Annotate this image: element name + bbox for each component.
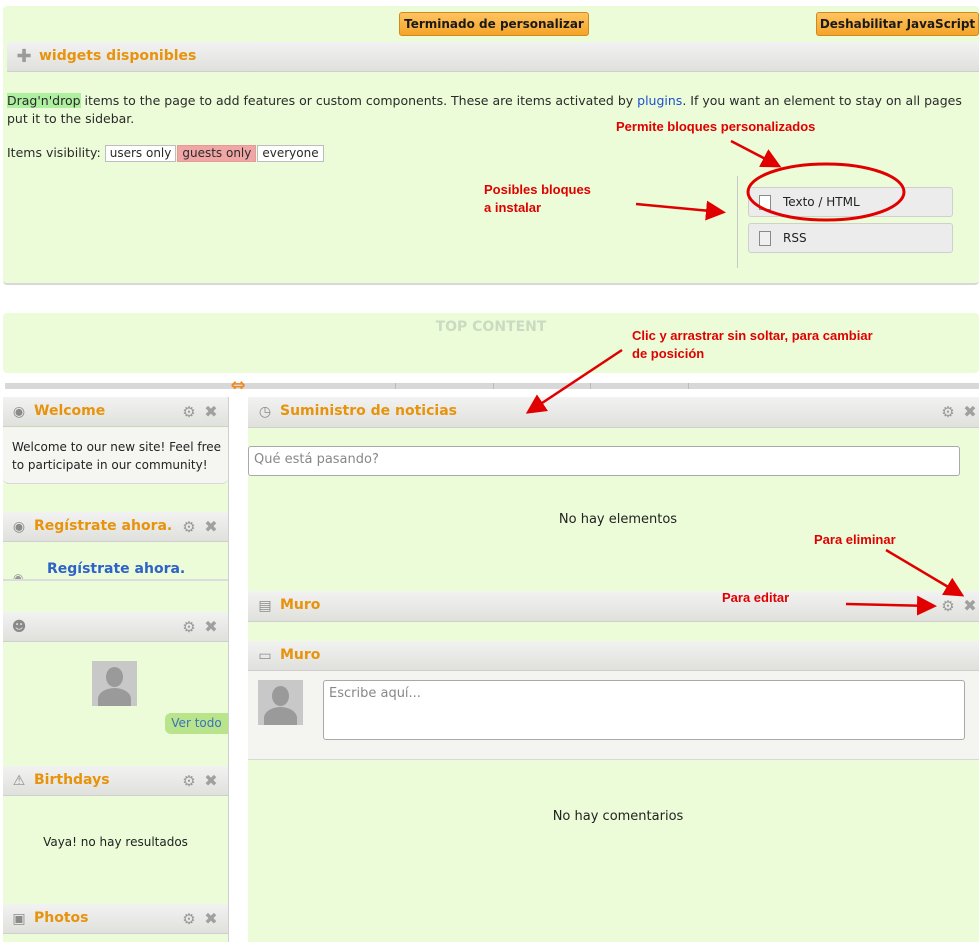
widget-texto-html-label: Texto / HTML	[783, 195, 860, 209]
status-input[interactable]: Qué está pasando?	[248, 446, 960, 476]
finish-customizing-button[interactable]: Terminado de personalizar	[399, 12, 589, 36]
document-icon	[759, 195, 771, 210]
feed-empty: No hay elementos	[558, 512, 678, 527]
visibility-guests-only[interactable]: guests only	[177, 145, 257, 162]
welcome-title: Welcome	[34, 403, 106, 419]
close-icon[interactable]: ✖	[203, 773, 219, 789]
photo-icon: ▣	[12, 911, 26, 927]
feed-title: Suministro de noticias	[280, 403, 457, 419]
register-link[interactable]: Regístrate ahora.	[47, 561, 185, 577]
widgets-intro: Drag'n'drop items to the page to add fea…	[7, 92, 975, 128]
widgets-title: widgets disponibles	[39, 48, 197, 64]
wall-compose-area: Escribe aquí...	[248, 671, 979, 760]
info-icon: ◉	[12, 519, 26, 535]
widget-texto-html[interactable]: Texto / HTML	[748, 187, 953, 217]
annotation-installable-1: Posibles bloques	[484, 182, 591, 197]
close-icon[interactable]: ✖	[203, 404, 219, 420]
welcome-widget-header[interactable]: ◉ Welcome ⚙ ✖	[3, 397, 228, 427]
photos-title: Photos	[34, 910, 89, 926]
gear-icon[interactable]: ⚙	[181, 773, 197, 789]
view-all-button[interactable]: Ver todo	[165, 713, 228, 734]
clock-icon: ◷	[258, 404, 272, 420]
welcome-body: Welcome to our new site! Feel free to pa…	[3, 428, 228, 484]
visibility-row: Items visibility: users only guests only e…	[7, 144, 325, 162]
document-icon: ▤	[258, 598, 272, 614]
register-title: Regístrate ahora.	[34, 518, 173, 534]
rss-icon	[759, 231, 771, 246]
close-icon[interactable]: ✖	[203, 519, 219, 535]
wall-widget-header[interactable]: ▭ Muro	[248, 641, 979, 671]
annotation-drag-2: de posición	[632, 346, 705, 361]
register-widget-header[interactable]: ◉ Regístrate ahora. ⚙ ✖	[3, 512, 228, 542]
annotation-delete: Para eliminar	[814, 532, 896, 547]
birthdays-empty: Vaya! no hay resultados	[43, 835, 188, 849]
gear-icon[interactable]: ⚙	[181, 911, 197, 927]
wall-empty: No hay comentarios	[552, 809, 684, 824]
gear-icon[interactable]: ⚙	[181, 619, 197, 635]
welcome-text: Welcome to our new site! Feel free to pa…	[12, 440, 221, 472]
gear-icon[interactable]: ⚙	[181, 519, 197, 535]
close-icon[interactable]: ✖	[203, 911, 219, 927]
annotation-drag-1: Clic y arrastrar sin soltar, para cambia…	[632, 328, 873, 343]
wall-title: Muro	[280, 647, 321, 663]
widgets-divider	[737, 176, 738, 268]
resize-handle-icon[interactable]: ⇔	[226, 377, 250, 395]
comment-icon: ▭	[258, 648, 272, 664]
close-icon[interactable]: ✖	[962, 598, 978, 614]
wall-comment-input[interactable]: Escribe aquí...	[323, 680, 965, 740]
gear-icon[interactable]: ⚙	[940, 404, 956, 420]
widgets-header[interactable]: ✚ widgets disponibles	[7, 42, 979, 72]
annotation-custom-blocks: Permite bloques personalizados	[616, 119, 816, 134]
column-resize-bar[interactable]	[5, 383, 979, 389]
widget-rss[interactable]: RSS	[748, 223, 953, 253]
visibility-label: Items visibility:	[7, 145, 101, 160]
disable-javascript-button[interactable]: Deshabilitar JavaScript	[816, 12, 979, 36]
gear-icon[interactable]: ⚙	[940, 598, 956, 614]
gear-icon[interactable]: ⚙	[181, 404, 197, 420]
wall-bar-title: Muro	[280, 597, 321, 613]
members-widget-header[interactable]: ☻ ⚙ ✖	[3, 612, 228, 642]
annotation-installable-2: a instalar	[484, 200, 542, 215]
annotation-edit: Para editar	[722, 590, 790, 605]
visibility-everyone[interactable]: everyone	[257, 145, 324, 162]
member-avatar[interactable]	[92, 661, 137, 706]
intro-text-1: items to the page to add features or cus…	[80, 93, 638, 108]
close-icon[interactable]: ✖	[962, 404, 978, 420]
widget-rss-label: RSS	[783, 231, 807, 245]
visibility-users-only[interactable]: users only	[104, 145, 177, 162]
dragndrop-highlight: Drag'n'drop	[7, 93, 81, 108]
feed-widget-header[interactable]: ◷ Suministro de noticias ⚙ ✖	[248, 397, 979, 428]
photos-widget-header[interactable]: ▣ Photos ⚙ ✖	[3, 904, 228, 934]
user-icon: ☻	[11, 619, 27, 635]
birthdays-widget-header[interactable]: ⚠ Birthdays ⚙ ✖	[3, 766, 228, 796]
plus-icon: ✚	[16, 46, 32, 67]
register-body: ◉ Regístrate ahora.	[3, 543, 228, 581]
birthdays-title: Birthdays	[34, 772, 110, 788]
close-icon[interactable]: ✖	[203, 619, 219, 635]
wall-bar-header[interactable]: ▤ Muro ⚙ ✖	[248, 591, 979, 622]
user-avatar	[258, 680, 303, 725]
warning-icon: ⚠	[12, 773, 26, 789]
info-icon: ◉	[12, 404, 26, 420]
plugins-link[interactable]: plugins	[637, 93, 682, 108]
